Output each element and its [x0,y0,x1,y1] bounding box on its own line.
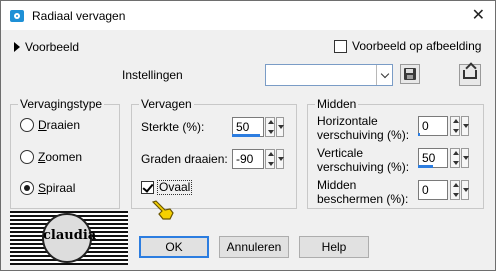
watermark-logo: claudia [10,211,128,265]
settings-label: Instellingen [122,68,183,82]
h-offset-menu[interactable] [461,116,469,136]
center-title: Midden [315,97,359,111]
save-preset-icon [404,68,416,80]
radio-button[interactable] [20,181,34,195]
radio-zoomen[interactable]: Zoomen [20,150,82,164]
strength-stepper[interactable] [265,117,275,137]
v-offset-menu[interactable] [461,148,469,168]
preview-on-image-label: Voorbeeld op afbeelding [352,39,482,53]
cancel-button[interactable]: Annuleren [219,236,289,258]
chevron-down-icon[interactable] [376,65,392,85]
pointing-hand-icon [151,200,174,220]
preview-on-image-checkbox[interactable]: Voorbeeld op afbeelding [334,39,481,53]
preview-toggle[interactable]: Voorbeeld [14,40,79,54]
strength-menu[interactable] [276,117,284,137]
close-icon[interactable]: ✕ [472,5,485,25]
radio-label: Spiraal [38,181,76,195]
window-title: Radiaal vervagen [32,9,126,23]
h-offset-input[interactable]: 0 [418,116,448,136]
v-offset-slider-bar[interactable] [418,165,433,168]
checkbox-box[interactable] [334,39,347,53]
checkbox-box[interactable] [141,181,154,194]
elliptical-label: Ovaal [157,180,193,195]
twist-label: Graden draaien: [141,152,228,166]
h-offset-slider-bar[interactable] [418,133,420,136]
preset-dropdown[interactable] [265,64,393,86]
strength-label: Sterkte (%): [141,120,205,134]
blur-title: Vervagen [139,97,194,111]
radio-label: Draaien [38,118,81,132]
reset-icon [463,70,477,79]
h-offset-stepper[interactable] [450,116,460,136]
elliptical-checkbox[interactable]: Ovaal [141,180,193,195]
help-button[interactable]: Help [299,236,369,258]
protect-center-menu[interactable] [461,180,469,200]
expand-triangle-icon [14,42,20,52]
protect-center-stepper[interactable] [450,180,460,200]
twist-menu[interactable] [276,149,284,169]
strength-slider-bar[interactable] [232,134,260,137]
radio-button[interactable] [20,118,34,132]
v-offset-stepper[interactable] [450,148,460,168]
save-preset-button[interactable] [400,64,420,84]
logo-text: claudia [43,228,97,243]
ok-button[interactable]: OK [139,236,209,258]
twist-input[interactable]: -90 [232,149,264,169]
blur-type-title: Vervagingstype [18,97,105,111]
radio-label: Zoomen [38,150,83,164]
camera-icon [10,10,24,22]
radio-draaien[interactable]: Draaien [20,118,80,132]
preview-label: Voorbeeld [25,40,80,54]
twist-stepper[interactable] [265,149,275,169]
v-offset-label: Verticale verschuiving (%): [317,146,410,174]
protect-center-label: Midden beschermen (%): [317,178,409,206]
h-offset-label: Horizontale verschuiving (%): [317,114,410,142]
protect-center-input[interactable]: 0 [418,180,448,200]
title-bar: Radiaal vervagen ✕ [1,1,495,30]
reset-button[interactable] [459,64,481,86]
radio-button[interactable] [20,150,34,164]
radio-spiraal[interactable]: Spiraal [20,181,75,195]
